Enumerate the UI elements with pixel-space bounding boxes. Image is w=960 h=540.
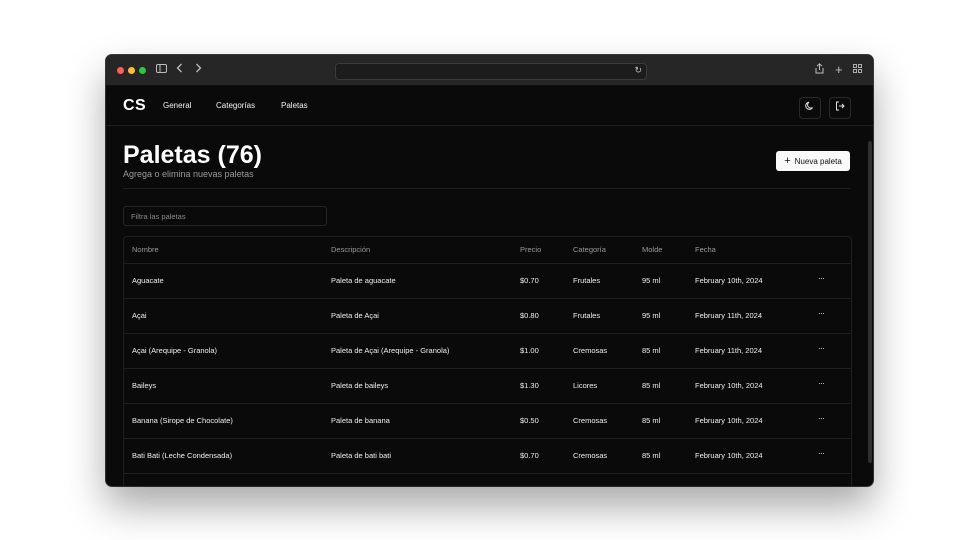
cell-nombre: Aguacate [132, 276, 164, 285]
page-title: Paletas (76) [123, 141, 262, 169]
table-row[interactable]: Banana (Sirope de Chocolate) Paleta de ba… [124, 404, 851, 439]
minimize-window-button[interactable] [128, 67, 135, 74]
cell-molde: 95 ml [642, 276, 661, 285]
plus-icon: + [784, 155, 791, 167]
theme-toggle-button[interactable] [799, 97, 821, 119]
table-body: Aguacate Paleta de aguacate $0.70 Frutales 9… [124, 264, 851, 486]
column-header-fecha[interactable]: Fecha [695, 245, 716, 254]
cell-nombre: Bati Bati (Leche Condensada) [132, 451, 233, 460]
cell-molde: 85 ml [642, 451, 661, 460]
cell-categoria: Cremosas [573, 416, 608, 425]
cell-descripcion: Paleta de Açai [331, 311, 379, 320]
cell-descripcion: Paleta de baileys [331, 381, 389, 390]
close-window-button[interactable] [117, 67, 124, 74]
column-header-categoria[interactable]: Categoría [573, 245, 606, 254]
new-paleta-button[interactable]: + Nueva paleta [776, 151, 850, 171]
cell-precio: $1.30 [520, 381, 539, 390]
row-actions-icon[interactable]: ··· [818, 378, 825, 388]
row-actions-icon[interactable]: ··· [818, 413, 825, 423]
address-bar[interactable]: ↻ [335, 63, 647, 80]
logout-icon [836, 101, 845, 111]
cell-descripcion: Paleta de aguacate [331, 276, 396, 285]
cell-categoria: Frutales [573, 311, 601, 320]
sidebar-icon[interactable] [156, 63, 167, 77]
cell-categoria: Cremosas [573, 451, 608, 460]
filter-input[interactable]: Filtra las paletas [123, 206, 327, 226]
cell-fecha: February 11th, 2024 [695, 311, 762, 320]
table-row[interactable]: Bati Bati (Leche Condensada) Paleta de ba… [124, 439, 851, 474]
cell-descripcion: Paleta de banana [331, 416, 390, 425]
cell-descripcion: Paleta de bati bati [331, 451, 392, 460]
cell-nombre: Banana (Sirope de Chocolate) [132, 416, 233, 425]
cell-fecha: February 11th, 2024 [695, 346, 762, 355]
maximize-window-button[interactable] [139, 67, 146, 74]
moon-icon [805, 101, 813, 110]
page-subtitle: Agrega o elimina nuevas paletas [123, 169, 254, 179]
cell-precio: $0.70 [520, 276, 539, 285]
cell-fecha: February 10th, 2024 [695, 381, 763, 390]
nav-link-categorias[interactable]: Categorías [216, 101, 255, 110]
table-row[interactable]: Baileys Paleta de baileys $1.30 Licores 85 m… [124, 369, 851, 404]
column-header-descripcion[interactable]: Descripción [331, 245, 370, 254]
row-actions-icon[interactable]: ··· [818, 343, 825, 353]
cell-precio: $0.50 [520, 416, 539, 425]
nav-link-general[interactable]: General [163, 101, 191, 110]
forward-icon[interactable] [195, 63, 202, 77]
cell-categoria: Cremosas [573, 346, 608, 355]
cell-nombre: Baileys [132, 381, 157, 390]
cell-nombre: Açai (Arequipe - Granola) [132, 346, 218, 355]
cell-fecha: February 10th, 2024 [695, 451, 763, 460]
cell-categoria: Frutales [573, 276, 601, 285]
table-row[interactable]: Aguacate Paleta de aguacate $0.70 Frutales 9… [124, 264, 851, 299]
browser-titlebar: ↻ + [106, 55, 873, 86]
tab-overview-icon[interactable] [853, 63, 862, 77]
cell-precio: $0.70 [520, 451, 539, 460]
paletas-table: Nombre Descripción Precio Categoría Mold… [123, 236, 852, 486]
header-divider [123, 188, 850, 189]
row-actions-icon[interactable]: ··· [818, 308, 825, 318]
cell-precio: $0.80 [520, 311, 539, 320]
reload-icon[interactable]: ↻ [634, 65, 642, 76]
cell-molde: 85 ml [642, 416, 661, 425]
cell-fecha: February 10th, 2024 [695, 416, 763, 425]
nav-link-paletas[interactable]: Paletas [281, 101, 308, 110]
column-header-molde[interactable]: Molde [642, 245, 662, 254]
page-scrollbar[interactable] [868, 141, 872, 463]
logo[interactable]: CS [123, 97, 146, 115]
cell-nombre: Açai [132, 311, 147, 320]
logout-button[interactable] [829, 97, 851, 119]
cell-molde: 85 ml [642, 381, 661, 390]
new-paleta-label: Nueva paleta [794, 157, 842, 166]
cell-precio: $1.00 [520, 346, 539, 355]
share-icon[interactable] [815, 63, 824, 78]
column-header-nombre[interactable]: Nombre [132, 245, 159, 254]
cell-molde: 95 ml [642, 311, 661, 320]
back-icon[interactable] [176, 63, 183, 77]
table-header: Nombre Descripción Precio Categoría Mold… [124, 237, 851, 264]
top-navbar: CS General Categorías Paletas [106, 86, 873, 126]
cell-molde: 85 ml [642, 346, 661, 355]
row-actions-icon[interactable]: ··· [818, 483, 825, 486]
cell-descripcion: Paleta de Açai (Arequipe - Granola) [331, 346, 450, 355]
table-row[interactable]: Bati Bati - ChicletsPaleta de bati bati … [124, 474, 851, 486]
table-row[interactable]: Açai Paleta de Açai $0.80 Frutales 95 ml Febr… [124, 299, 851, 334]
row-actions-icon[interactable]: ··· [818, 273, 825, 283]
row-actions-icon[interactable]: ··· [818, 448, 825, 458]
table-row[interactable]: Açai (Arequipe - Granola) Paleta de Açai … [124, 334, 851, 369]
cell-fecha: February 10th, 2024 [695, 276, 763, 285]
new-tab-icon[interactable]: + [835, 63, 843, 77]
browser-window: ↻ + CS General Categorías Paletas Paleta… [106, 55, 873, 486]
column-header-precio[interactable]: Precio [520, 245, 541, 254]
cell-categoria: Licores [573, 381, 598, 390]
